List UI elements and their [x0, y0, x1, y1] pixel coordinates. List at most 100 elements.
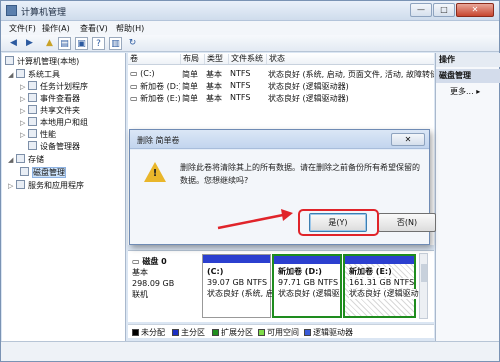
menu-help[interactable]: 帮助(H): [116, 23, 144, 34]
volume-status: 状态良好 (逻辑驱动器): [268, 82, 349, 91]
expand-arrow-icon[interactable]: ▷: [8, 181, 16, 192]
partition-status: 状态良好 (逻辑驱: [278, 289, 340, 298]
column-volume[interactable]: 卷: [128, 54, 138, 64]
refresh-icon[interactable]: ↻: [126, 37, 139, 50]
legend-swatch: [258, 329, 265, 336]
dialog-body: ! 删除此卷将清除其上的所有数据。请在删除之前备份所有希望保留的数据。您想继续吗…: [130, 150, 436, 244]
up-folder-icon[interactable]: ▲: [43, 37, 56, 50]
tree-device-manager[interactable]: 设备管理器: [28, 141, 80, 152]
volume-layout: 简单: [182, 70, 198, 79]
disk-info[interactable]: ▭ 磁盘 0 基本 298.09 GB 联机: [132, 257, 198, 317]
volume-status: 状态良好 (逻辑驱动器): [268, 94, 349, 103]
clock-icon: [28, 81, 37, 90]
partition-name: (C:): [207, 267, 224, 276]
legend-unallocated: 未分配: [132, 328, 165, 337]
legend: 未分配 主分区 扩展分区 可用空间 逻辑驱动器: [128, 324, 434, 338]
table-row[interactable]: ▭ (C:) 简单 基本 NTFS 状态良好 (系统, 启动, 页面文件, 活动…: [128, 68, 434, 80]
table-row[interactable]: ▭ 新加卷 (D:) 简单 基本 NTFS 状态良好 (逻辑驱动器): [128, 80, 434, 92]
volume-name: ▭ (C:): [130, 69, 155, 78]
volume-status: 状态良好 (系统, 启动, 页面文件, 活动, 故障转储, 主分区): [268, 70, 434, 79]
partition-name: 新加卷 (E:): [349, 267, 392, 277]
forward-icon[interactable]: ▶: [23, 37, 36, 50]
computer-icon: [5, 56, 14, 65]
help-icon[interactable]: ?: [92, 37, 105, 50]
column-type[interactable]: 类型: [204, 54, 223, 64]
menu-bar: 文件(F) 操作(A) 查看(V) 帮助(H): [1, 21, 499, 35]
legend-swatch: [172, 329, 179, 336]
column-layout[interactable]: 布局: [180, 54, 199, 64]
actions-title: 操作: [436, 53, 500, 67]
partition-e[interactable]: 新加卷 (E:) 161.31 GB NTFS 状态良好 (逻辑驱动: [343, 254, 419, 318]
disk-size: 298.09 GB: [132, 279, 175, 288]
disk-graphical-view: ▭ 磁盘 0 基本 298.09 GB 联机 (C:) 39.07 GB NTF…: [128, 250, 434, 322]
properties-icon[interactable]: ▣: [75, 37, 88, 50]
dialog-title: 删除 简单卷: [137, 136, 180, 145]
volume-layout: 简单: [182, 94, 198, 103]
volume-name: ▭ 新加卷 (E:): [130, 94, 180, 103]
tree-storage[interactable]: ◢ 存储: [8, 154, 44, 165]
legend-primary: 主分区: [172, 328, 205, 337]
performance-icon: [28, 129, 37, 138]
column-status[interactable]: 状态: [266, 54, 285, 64]
volume-layout: 简单: [182, 82, 198, 91]
partition-status: 状态良好 (逻辑驱动: [349, 289, 419, 299]
tree-event-viewer[interactable]: ▷ 事件查看器: [20, 93, 80, 104]
navigation-tree: 计算机管理(本地) ◢ 系统工具 ▷ 任务计划程序 ▷ 事件查看器 ▷ 共享文件夹 ▷ 本…: [2, 53, 126, 361]
close-button[interactable]: ✕: [456, 3, 494, 17]
window-title: 计算机管理: [21, 8, 67, 18]
disk-view-scrollbar[interactable]: [419, 253, 428, 319]
pane-icon[interactable]: ▥: [109, 37, 122, 50]
tree-shared-folders[interactable]: ▷ 共享文件夹: [20, 105, 80, 116]
menu-action[interactable]: 操作(A): [42, 23, 70, 34]
tree-local-users[interactable]: ▷ 本地用户和组: [20, 117, 88, 128]
chevron-right-icon: ▸: [476, 87, 481, 96]
tree-system-tools[interactable]: ◢ 系统工具: [8, 69, 60, 80]
event-log-icon: [28, 93, 37, 102]
tree-task-scheduler[interactable]: ▷ 任务计划程序: [20, 81, 88, 92]
partition-status: 状态良好 (系统, 启: [207, 289, 274, 298]
scrollbar-thumb[interactable]: [421, 264, 427, 282]
menu-view[interactable]: 查看(V): [80, 23, 108, 34]
services-icon: [16, 180, 25, 189]
legend-free-space: 可用空间: [258, 328, 299, 337]
tree-root[interactable]: 计算机管理(本地): [5, 56, 79, 67]
dialog-close-button[interactable]: ✕: [391, 133, 425, 146]
partition-c[interactable]: (C:) 39.07 GB NTFS 状态良好 (系统, 启: [202, 254, 274, 318]
tree-disk-management[interactable]: 磁盘管理: [20, 167, 66, 178]
device-manager-icon: [28, 141, 37, 150]
more-actions-link[interactable]: 更多... ▸: [450, 86, 480, 98]
legend-swatch: [132, 329, 139, 336]
show-tree-icon[interactable]: ▤: [58, 37, 71, 50]
table-row[interactable]: ▭ 新加卷 (E:) 简单 基本 NTFS 状态良好 (逻辑驱动器): [128, 92, 434, 104]
actions-section-disk-management[interactable]: 磁盘管理: [436, 69, 500, 83]
logical-drive-bar: [274, 256, 340, 264]
dialog-title-bar: 删除 简单卷 ✕: [130, 130, 429, 149]
disk-icon: [20, 167, 29, 176]
no-button[interactable]: 否(N): [378, 213, 436, 232]
expand-arrow-icon[interactable]: ◢: [8, 70, 16, 81]
status-bar: [1, 341, 499, 361]
tree-services-apps[interactable]: ▷ 服务和应用程序: [8, 180, 84, 191]
volume-type: 基本: [206, 82, 222, 91]
menu-file[interactable]: 文件(F): [9, 23, 36, 34]
partition-d[interactable]: 新加卷 (D:) 97.71 GB NTFS 状态良好 (逻辑驱: [272, 254, 342, 318]
tree-performance[interactable]: ▷ 性能: [20, 129, 56, 140]
volume-list-header: 卷 布局 类型 文件系统 状态: [128, 53, 434, 65]
minimize-button[interactable]: —: [410, 3, 432, 17]
storage-icon: [16, 154, 25, 163]
warning-exclamation-icon: !: [152, 168, 158, 179]
expand-arrow-icon[interactable]: ▷: [20, 118, 28, 129]
expand-arrow-icon[interactable]: ▷: [20, 130, 28, 141]
legend-swatch: [212, 329, 219, 336]
column-filesystem[interactable]: 文件系统: [228, 54, 263, 64]
expand-arrow-icon[interactable]: ▷: [20, 106, 28, 117]
volume-type: 基本: [206, 70, 222, 79]
maximize-button[interactable]: □: [433, 3, 455, 17]
expand-arrow-icon[interactable]: ◢: [8, 155, 16, 166]
legend-logical-drive: 逻辑驱动器: [304, 328, 353, 337]
expand-arrow-icon[interactable]: ▷: [20, 82, 28, 93]
partition-size: 161.31 GB NTFS: [349, 278, 415, 288]
expand-arrow-icon[interactable]: ▷: [20, 94, 28, 105]
computer-management-icon: [6, 5, 17, 16]
back-icon[interactable]: ◀: [7, 37, 20, 50]
